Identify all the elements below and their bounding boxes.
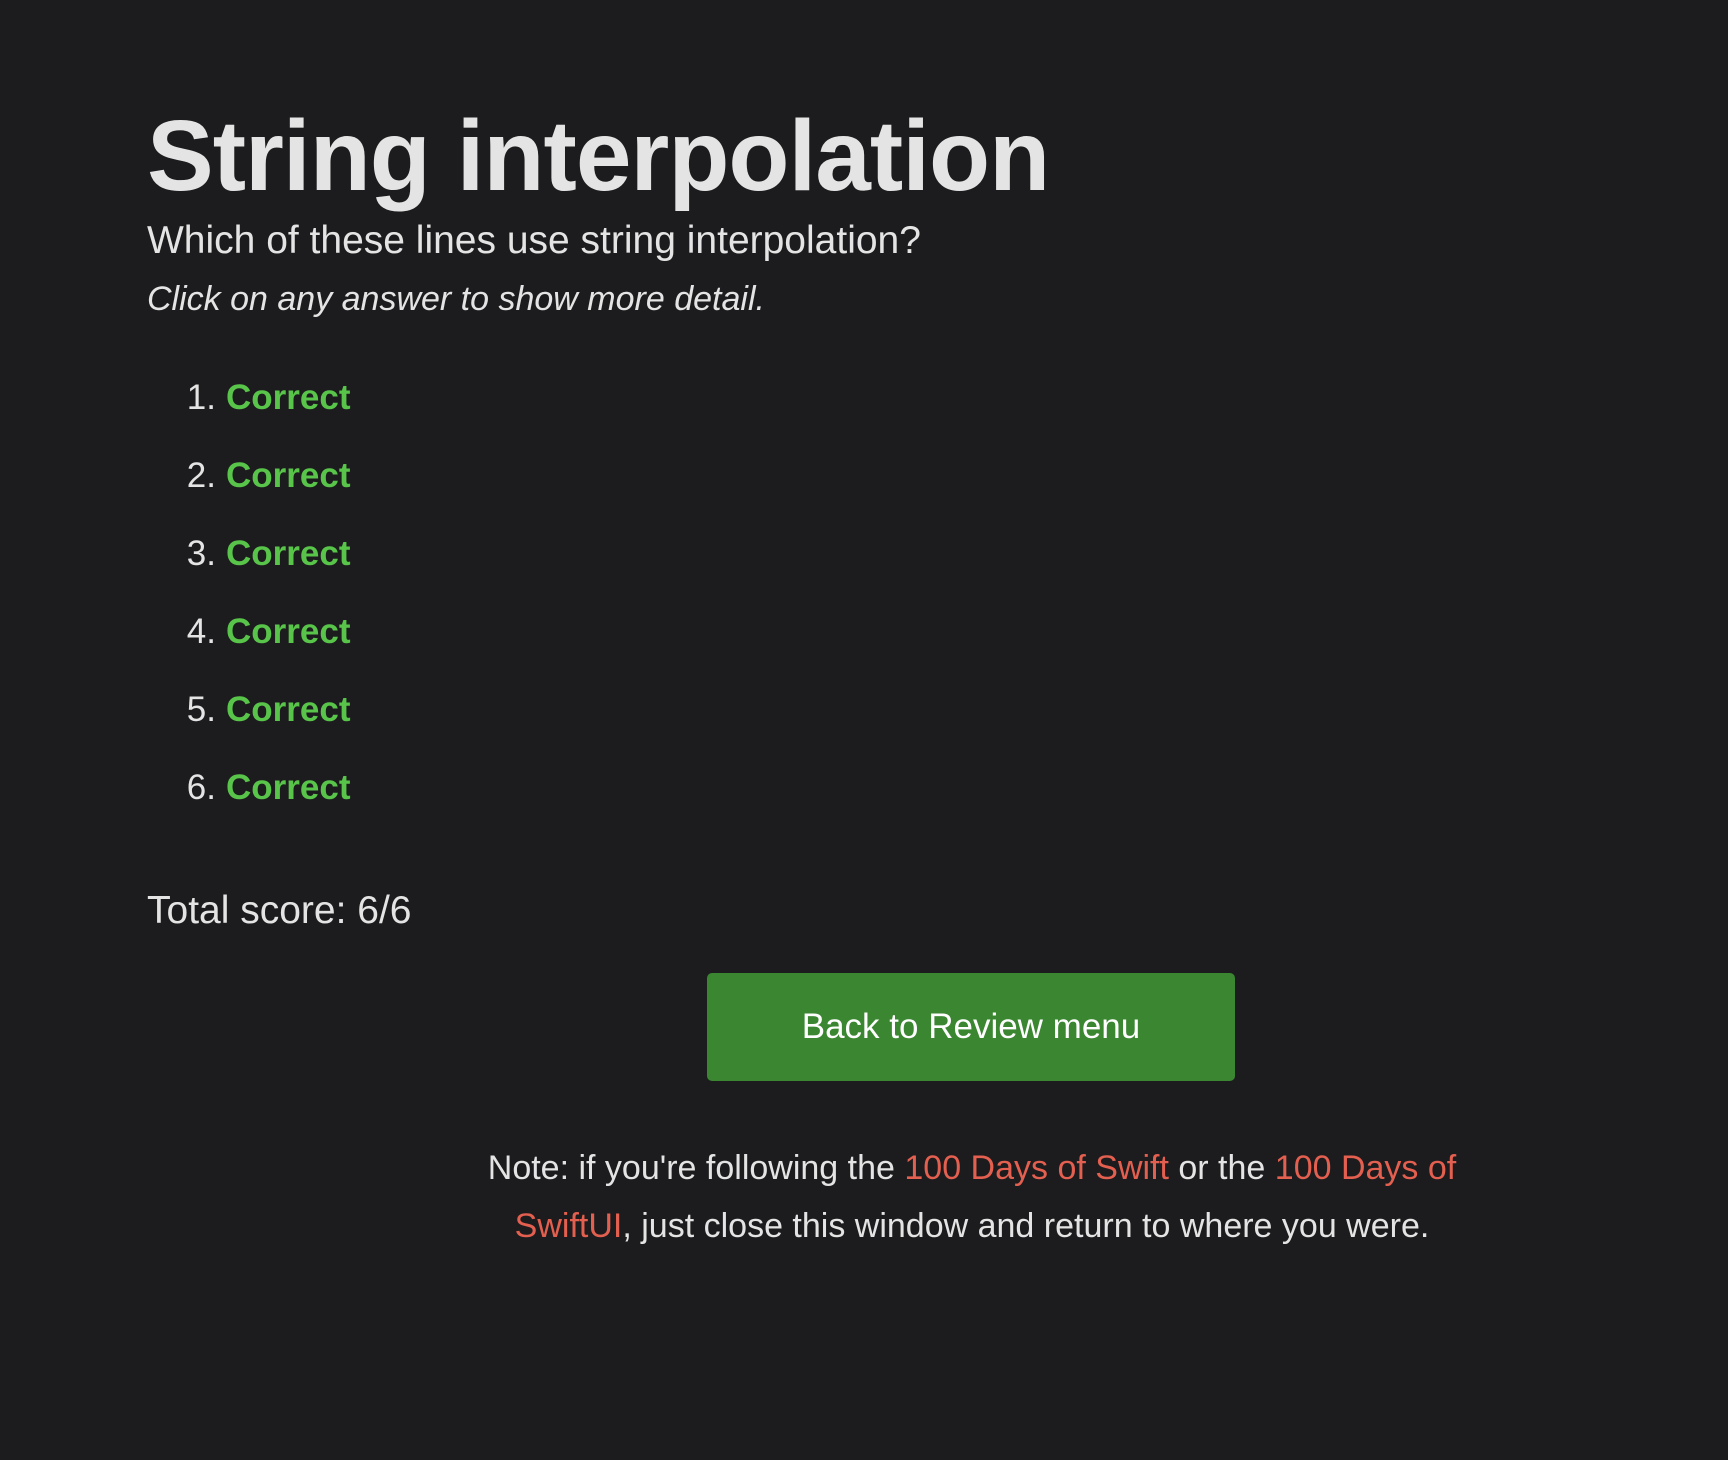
- answer-verdict[interactable]: Correct: [226, 534, 350, 574]
- answer-item[interactable]: 2. Correct: [147, 437, 1587, 515]
- note-text-part: , just close this window and return to w…: [622, 1206, 1430, 1245]
- answer-number: 6.: [186, 767, 216, 807]
- answer-number: 4.: [186, 611, 216, 651]
- answer-number: 1.: [186, 377, 216, 417]
- back-to-review-menu-button[interactable]: Back to Review menu: [707, 973, 1235, 1081]
- answer-verdict[interactable]: Correct: [226, 456, 350, 496]
- note-text-part: or the: [1168, 1149, 1275, 1187]
- answer-verdict[interactable]: Correct: [226, 612, 350, 652]
- link-100-days-of-swift[interactable]: 100 Days of Swift: [904, 1149, 1169, 1187]
- answer-list: 1. Correct 2. Correct 3. Correct 4. Corr…: [147, 359, 1587, 827]
- note-text: Note: if you're following the 100 Days o…: [467, 1140, 1477, 1256]
- answer-verdict[interactable]: Correct: [226, 378, 350, 418]
- note-text-part: Note: if you're following the: [487, 1149, 905, 1187]
- answer-number: 2.: [186, 455, 216, 495]
- answer-item[interactable]: 3. Correct: [147, 515, 1587, 593]
- answer-item[interactable]: 1. Correct: [147, 359, 1587, 437]
- total-score: Total score: 6/6: [147, 888, 412, 932]
- hint-text: Click on any answer to show more detail.: [147, 279, 765, 318]
- answer-number: 3.: [186, 533, 216, 573]
- answer-item[interactable]: 4. Correct: [147, 593, 1587, 671]
- answer-number: 5.: [186, 689, 216, 729]
- answer-item[interactable]: 5. Correct: [147, 671, 1587, 749]
- answer-verdict[interactable]: Correct: [226, 768, 350, 808]
- page-title: String interpolation: [147, 100, 1050, 212]
- question-text: Which of these lines use string interpol…: [147, 219, 921, 262]
- action-row: Back to Review menu: [707, 973, 1235, 1081]
- quiz-results-page: String interpolation Which of these line…: [147, 100, 1587, 1245]
- answer-verdict[interactable]: Correct: [226, 690, 350, 730]
- answer-item[interactable]: 6. Correct: [147, 749, 1587, 827]
